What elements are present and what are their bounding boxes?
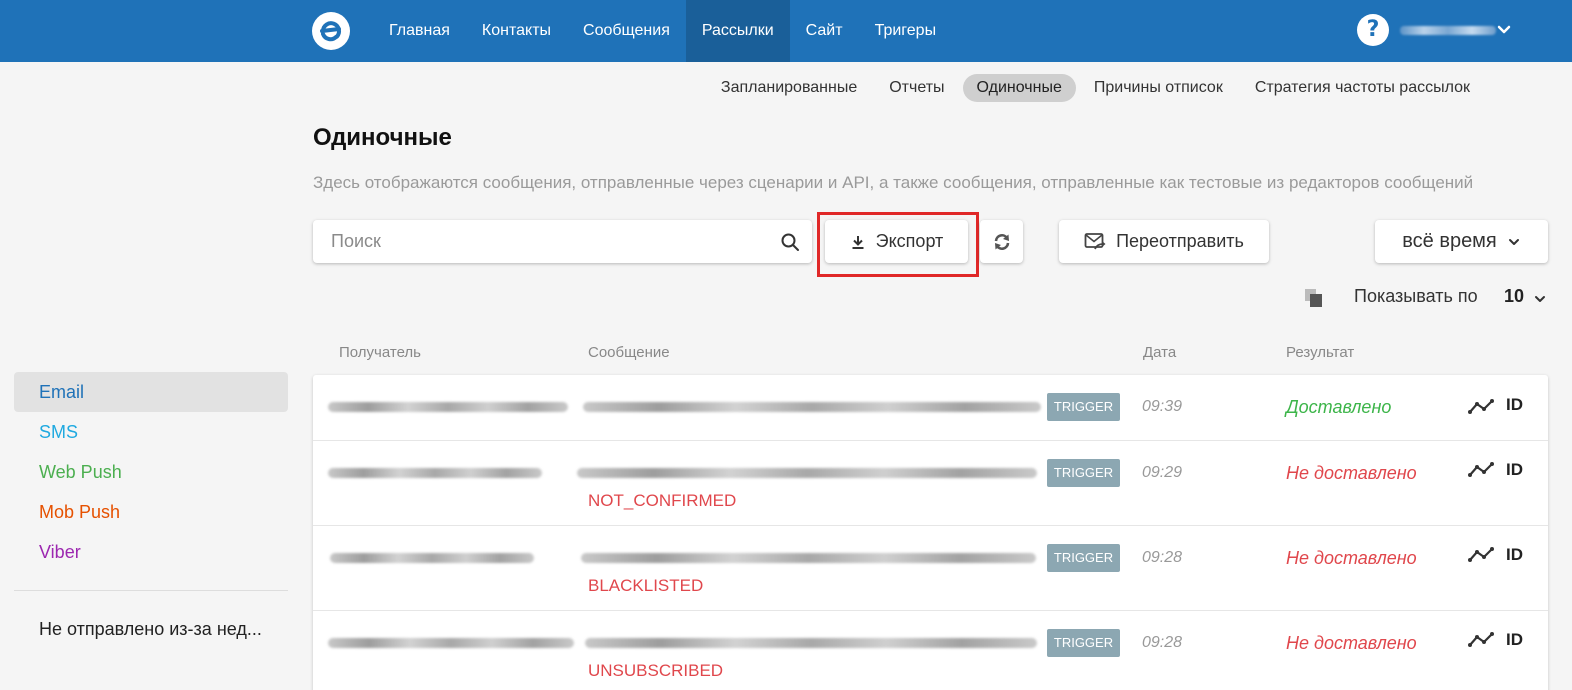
period-select-value: всё время <box>1402 230 1497 252</box>
subnav-item-reports[interactable]: Отчеты <box>875 74 958 102</box>
message-redacted <box>581 553 1036 563</box>
message-time: 09:39 <box>1142 398 1183 415</box>
sidebar-divider <box>14 590 288 591</box>
message-result: Не доставлено <box>1286 633 1417 653</box>
resend-button-label: Переотправить <box>1116 231 1244 251</box>
column-header-result: Результат <box>1286 344 1355 361</box>
sidebar-item-email[interactable]: Email <box>14 372 288 412</box>
message-result: Не доставлено <box>1286 548 1417 568</box>
column-header-date: Дата <box>1143 344 1177 361</box>
perpage-value[interactable]: 10 <box>1504 286 1524 307</box>
refresh-button[interactable] <box>980 220 1023 263</box>
message-result: Доставлено <box>1286 397 1392 417</box>
table-row[interactable]: TRIGGER 09:28 Не доставлено ID UNSUBSCRI… <box>313 611 1548 690</box>
user-account-name[interactable] <box>1400 26 1496 35</box>
logo-icon[interactable] <box>312 12 350 50</box>
table-row[interactable]: TRIGGER 09:28 Не доставлено ID BLACKLIST… <box>313 526 1548 611</box>
stats-icon[interactable] <box>1468 461 1494 479</box>
export-button-label: Экспорт <box>875 231 944 251</box>
stats-icon[interactable] <box>1468 631 1494 649</box>
stats-icon[interactable] <box>1468 546 1494 564</box>
page-title: Одиночные <box>313 124 452 151</box>
message-time: 09:28 <box>1142 634 1183 651</box>
subnav-item-single[interactable]: Одиночные <box>962 74 1076 102</box>
chevron-down-icon <box>1508 238 1519 245</box>
download-icon <box>852 235 864 249</box>
page-description: Здесь отображаются сообщения, отправленн… <box>313 173 1474 192</box>
id-link[interactable]: ID <box>1506 630 1523 650</box>
top-navbar: Главная Контакты Сообщения Рассылки Сайт… <box>0 0 1572 62</box>
trigger-tag: TRIGGER <box>1047 393 1120 421</box>
subnav-item-unsubscribe-reasons[interactable]: Причины отписок <box>1080 74 1237 102</box>
recipient-redacted <box>328 402 568 412</box>
table-row[interactable]: TRIGGER 09:39 Доставлено ID <box>313 375 1548 441</box>
search-icon[interactable] <box>780 232 800 252</box>
channel-sidebar: Email SMS Web Push Mob Push Viber Не отп… <box>14 372 288 640</box>
period-select[interactable]: всё время <box>1375 220 1548 263</box>
refresh-icon <box>994 233 1009 250</box>
table-row[interactable]: TRIGGER 09:29 Не доставлено ID NOT_CONFI… <box>313 441 1548 526</box>
recipient-redacted <box>328 638 574 648</box>
export-button[interactable]: Экспорт <box>825 220 968 263</box>
message-redacted <box>577 468 1037 478</box>
error-code: UNSUBSCRIBED <box>588 661 724 680</box>
chevron-down-icon[interactable] <box>1533 292 1547 306</box>
subnav-item-frequency-strategy[interactable]: Стратегия частоты рассылок <box>1241 74 1484 102</box>
message-redacted <box>585 638 1037 648</box>
message-result: Не доставлено <box>1286 463 1417 483</box>
id-link[interactable]: ID <box>1506 460 1523 480</box>
help-icon[interactable]: ? <box>1357 14 1389 46</box>
nav-item-site[interactable]: Сайт <box>790 0 859 62</box>
sub-nav: Запланированные Отчеты Одиночные Причины… <box>707 74 1484 102</box>
recipient-redacted <box>330 553 534 563</box>
search-box <box>313 220 812 263</box>
sidebar-item-sms[interactable]: SMS <box>14 412 288 452</box>
resend-icon <box>1084 232 1106 249</box>
trigger-tag: TRIGGER <box>1047 629 1120 657</box>
column-header-recipient: Получатель <box>339 344 421 361</box>
nav-item-triggers[interactable]: Тригеры <box>859 0 953 62</box>
main-nav: Главная Контакты Сообщения Рассылки Сайт… <box>373 0 952 62</box>
chevron-down-icon[interactable] <box>1496 22 1512 38</box>
id-link[interactable]: ID <box>1506 395 1523 415</box>
sidebar-item-mob-push[interactable]: Mob Push <box>14 492 288 532</box>
message-redacted <box>583 402 1041 412</box>
trigger-tag: TRIGGER <box>1047 459 1120 487</box>
nav-item-contacts[interactable]: Контакты <box>466 0 567 62</box>
stats-icon[interactable] <box>1468 398 1494 416</box>
message-time: 09:29 <box>1142 464 1183 481</box>
search-input[interactable] <box>331 220 771 263</box>
subnav-item-scheduled[interactable]: Запланированные <box>707 74 871 102</box>
resend-button[interactable]: Переотправить <box>1059 220 1269 263</box>
nav-item-mailings[interactable]: Рассылки <box>685 0 790 62</box>
trigger-tag: TRIGGER <box>1047 544 1120 572</box>
error-code: NOT_CONFIRMED <box>588 491 737 510</box>
copy-icon[interactable] <box>1304 288 1324 308</box>
nav-item-home[interactable]: Главная <box>373 0 466 62</box>
messages-table: TRIGGER 09:39 Доставлено ID TRIGGER 09:2… <box>313 375 1548 690</box>
perpage-label: Показывать по <box>1354 286 1478 306</box>
sidebar-item-viber[interactable]: Viber <box>14 532 288 572</box>
nav-item-messages[interactable]: Сообщения <box>567 0 686 62</box>
sidebar-item-web-push[interactable]: Web Push <box>14 452 288 492</box>
message-time: 09:28 <box>1142 549 1183 566</box>
error-code: BLACKLISTED <box>588 576 704 595</box>
sidebar-item-undelivered[interactable]: Не отправлено из-за нед... <box>14 619 288 640</box>
recipient-redacted <box>328 468 542 478</box>
column-header-message: Сообщение <box>588 344 670 361</box>
id-link[interactable]: ID <box>1506 545 1523 565</box>
